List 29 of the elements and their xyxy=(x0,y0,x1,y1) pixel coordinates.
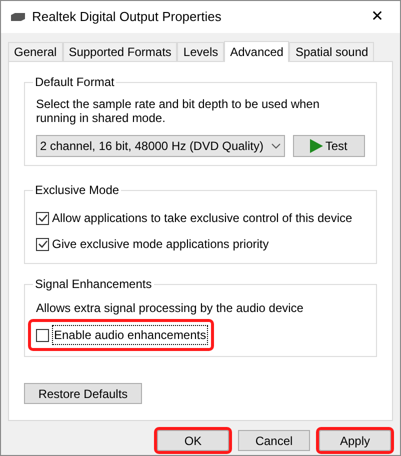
chevron-down-icon xyxy=(270,143,281,149)
group-title: Signal Enhancements xyxy=(33,277,154,291)
description-text: Allows extra signal processing by the audio device xyxy=(36,300,304,317)
window-title: Realtek Digital Output Properties xyxy=(32,8,222,26)
checkmark-icon xyxy=(38,214,48,222)
tab[interactable]: Supported Formats xyxy=(62,42,178,61)
dialog-button[interactable]: Cancel xyxy=(238,430,310,451)
group-title: Exclusive Mode xyxy=(33,183,122,197)
dialog-button[interactable]: OK xyxy=(157,430,229,451)
description-text: Select the sample rate and bit depth to be used when running in shared mode. xyxy=(36,97,321,125)
tab[interactable]: Spatial sound xyxy=(289,42,374,61)
speaker-device-icon xyxy=(10,13,26,21)
tab[interactable]: General xyxy=(8,42,63,61)
restore-defaults-button[interactable]: Restore Defaults xyxy=(24,383,142,404)
checkbox-label[interactable]: Allow applications to take exclusive control of this device xyxy=(52,209,352,227)
checkbox-label[interactable]: Enable audio enhancements xyxy=(52,325,208,345)
format-dropdown[interactable]: 2 channel, 16 bit, 48000 Hz (DVD Quality) xyxy=(36,135,285,157)
tab[interactable]: Levels xyxy=(177,42,224,61)
checkbox[interactable] xyxy=(36,328,49,342)
close-button[interactable]: ✕ xyxy=(355,1,400,33)
play-icon xyxy=(310,139,324,153)
test-button[interactable]: Test xyxy=(292,135,365,157)
checkbox[interactable] xyxy=(36,238,49,250)
tab[interactable]: Advanced xyxy=(224,41,290,62)
checkbox[interactable] xyxy=(36,212,49,224)
checkmark-icon xyxy=(38,240,48,248)
dialog-button[interactable]: Apply xyxy=(319,430,391,451)
checkbox-label[interactable]: Give exclusive mode applications priority xyxy=(52,235,269,253)
group-title: Default Format xyxy=(33,75,116,89)
